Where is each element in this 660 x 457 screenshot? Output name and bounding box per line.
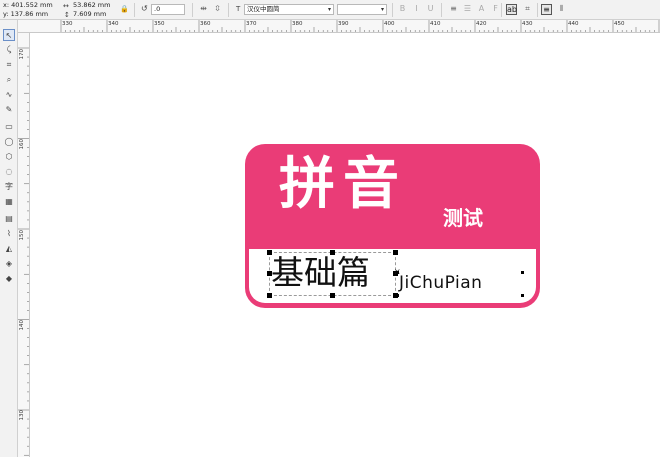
rotation-value: .0 <box>154 5 161 13</box>
selection-box <box>269 252 396 296</box>
selection-handle[interactable] <box>267 271 272 276</box>
chevron-down-icon: ▾ <box>380 6 384 13</box>
vertical-ruler-ticks <box>18 47 29 456</box>
align-icon[interactable]: ≡ <box>448 4 459 15</box>
separator <box>501 3 502 17</box>
selection-handle[interactable] <box>330 293 335 298</box>
font-type-icon: T <box>236 5 241 13</box>
separator <box>134 3 135 17</box>
separator <box>392 3 393 17</box>
width-icon: ↔ <box>63 2 69 10</box>
basic-shapes-icon[interactable]: ◌ <box>3 166 15 178</box>
x-position-field[interactable]: x: 401.552 mm <box>3 2 53 9</box>
separator <box>192 3 193 17</box>
hruler-label: 420 <box>476 21 487 27</box>
hruler-label: 400 <box>384 21 395 27</box>
hruler-label: 430 <box>522 21 533 27</box>
table-tool-icon[interactable]: ▦ <box>3 196 15 208</box>
hruler-label: 380 <box>292 21 303 27</box>
bold-icon[interactable]: B <box>397 4 408 15</box>
rotation-field[interactable]: .0 <box>151 4 185 15</box>
small-title-text[interactable]: 测试 <box>443 206 483 230</box>
separator <box>441 3 442 17</box>
bullet-list-icon[interactable]: ☰ <box>462 4 473 15</box>
lock-ratio-icon[interactable]: 🔒 <box>120 5 129 13</box>
text-node-handle[interactable] <box>396 271 399 274</box>
interactive-fill-icon[interactable]: ◭ <box>3 243 15 255</box>
vertical-ruler[interactable]: 170 160 150 140 130 <box>18 33 30 457</box>
font-name-dropdown[interactable]: 汉仪中圆简 ▾ <box>244 4 334 15</box>
font-name-value: 汉仪中圆简 <box>247 5 280 13</box>
rectangle-tool-icon[interactable]: ▭ <box>3 121 15 133</box>
edit-text-icon[interactable]: ab <box>506 4 517 15</box>
zoom-tool-icon[interactable]: ⌕ <box>3 74 15 86</box>
text-node-handle[interactable] <box>521 271 524 274</box>
vruler-label: 150 <box>19 230 25 241</box>
font-size-dropdown[interactable]: ▾ <box>337 4 387 15</box>
vertical-text-icon[interactable]: ⦀ <box>556 4 567 15</box>
text-tool-icon[interactable]: 字 <box>3 181 15 193</box>
hruler-label: 450 <box>614 21 625 27</box>
eyedropper-icon[interactable]: ⌇ <box>3 228 15 240</box>
drop-cap-icon[interactable]: A <box>476 4 487 15</box>
smart-fill-icon[interactable]: ◆ <box>3 273 15 285</box>
text-format-icon[interactable]: F <box>490 4 501 15</box>
hruler-label: 370 <box>246 21 257 27</box>
hruler-label: 330 <box>62 21 73 27</box>
horizontal-ruler[interactable]: 330 340 350 360 370 380 390 400 410 420 … <box>18 20 660 33</box>
pinyin-text[interactable]: JiChuPian <box>399 272 482 294</box>
crop-tool-icon[interactable]: ⌗ <box>3 59 15 71</box>
italic-icon[interactable]: I <box>411 4 422 15</box>
hruler-label: 340 <box>108 21 119 27</box>
y-position-field[interactable]: y: 137.86 mm <box>3 11 48 18</box>
selection-handle[interactable] <box>267 250 272 255</box>
hruler-label: 440 <box>568 21 579 27</box>
selection-handle[interactable] <box>267 293 272 298</box>
toolbox: ↖ ⤹ ⌗ ⌕ ∿ ✎ ▭ ◯ ⬡ ◌ 字 ▦ ▤ ⌇ ◭ ◈ ◆ <box>0 20 18 457</box>
parallel-dimension-icon[interactable]: ▤ <box>3 213 15 225</box>
mirror-vertical-icon[interactable]: ⇳ <box>212 4 223 15</box>
height-icon: ↕ <box>64 11 70 19</box>
big-title-text[interactable]: 拼音 <box>279 152 407 218</box>
separator <box>228 3 229 17</box>
vruler-label: 140 <box>19 320 25 331</box>
ellipse-tool-icon[interactable]: ◯ <box>3 136 15 148</box>
vruler-label: 130 <box>19 410 25 421</box>
fill-bucket-icon[interactable]: ◈ <box>3 258 15 270</box>
hruler-label: 410 <box>430 21 441 27</box>
underline-icon[interactable]: U <box>425 4 436 15</box>
hruler-label: 390 <box>338 21 349 27</box>
vruler-label: 160 <box>19 139 25 150</box>
selection-handle[interactable] <box>330 250 335 255</box>
property-bar: x: 401.552 mm y: 137.86 mm ↔ 53.862 mm ↕… <box>0 0 660 20</box>
pick-tool-icon[interactable]: ↖ <box>3 29 15 41</box>
artistic-media-icon[interactable]: ✎ <box>3 104 15 116</box>
height-field[interactable]: 7.609 mm <box>73 11 106 18</box>
horizontal-text-icon[interactable]: ≡ <box>541 4 552 15</box>
vruler-label: 170 <box>19 49 25 60</box>
rotate-icon: ↺ <box>141 4 148 13</box>
polygon-tool-icon[interactable]: ⬡ <box>3 151 15 163</box>
chevron-down-icon: ▾ <box>327 6 331 13</box>
hruler-label: 360 <box>200 21 211 27</box>
hruler-label: 350 <box>154 21 165 27</box>
separator <box>537 3 538 17</box>
text-node-handle[interactable] <box>396 294 399 297</box>
width-field[interactable]: 53.862 mm <box>73 2 110 9</box>
shape-tool-icon[interactable]: ⤹ <box>3 44 15 56</box>
mirror-horizontal-icon[interactable]: ⇹ <box>198 4 209 15</box>
selection-handle[interactable] <box>393 250 398 255</box>
text-frame-icon[interactable]: ⌗ <box>522 4 533 15</box>
freehand-tool-icon[interactable]: ∿ <box>3 89 15 101</box>
text-node-handle[interactable] <box>521 294 524 297</box>
